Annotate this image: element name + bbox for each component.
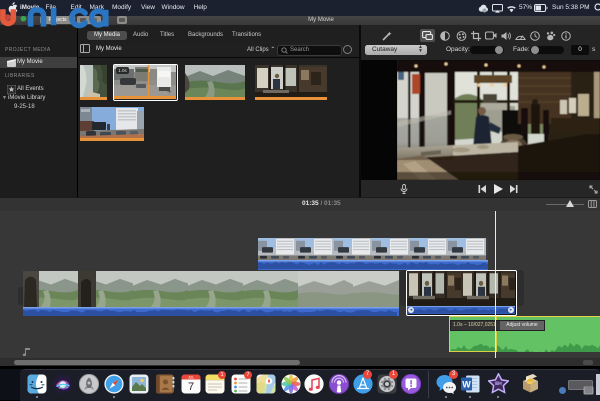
- svg-text:W: W: [462, 380, 471, 390]
- svg-text:7: 7: [188, 381, 194, 393]
- svg-text:JUL: JUL: [188, 376, 194, 380]
